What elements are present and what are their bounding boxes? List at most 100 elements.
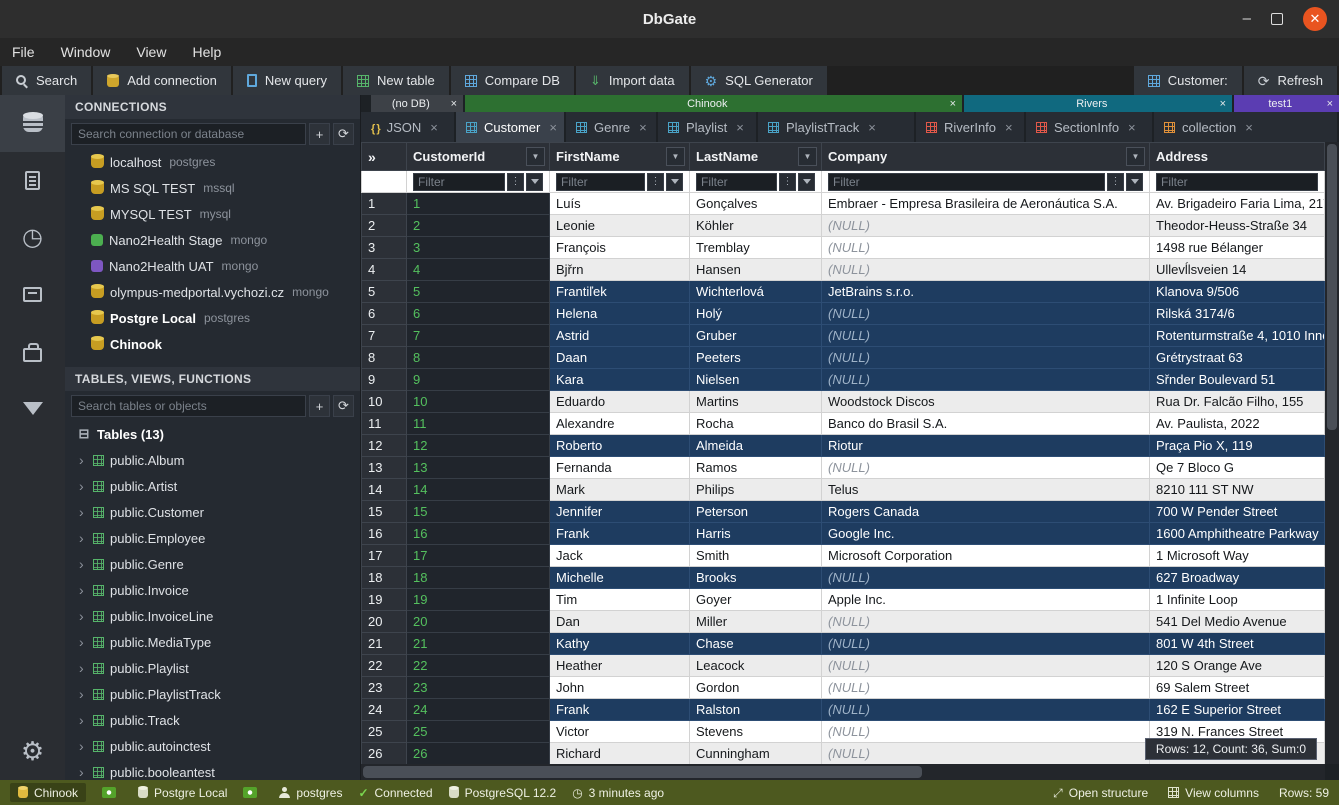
toolbar-button[interactable]: Refresh xyxy=(1244,66,1337,95)
cell-company[interactable]: Embraer - Empresa Brasileira de Aeronáut… xyxy=(822,193,1150,215)
cell-company[interactable]: (NULL) xyxy=(822,215,1150,237)
cell-lastname[interactable]: Chase xyxy=(690,633,822,655)
table-row[interactable]: 13 13 Fernanda Ramos (NULL) Qe 7 Bloco G xyxy=(362,457,1325,479)
table-row[interactable]: 24 24 Frank Ralston (NULL) 162 E Superio… xyxy=(362,699,1325,721)
cell-lastname[interactable]: Almeida xyxy=(690,435,822,457)
cell-address[interactable]: Klanova 9/506 xyxy=(1150,281,1325,303)
table-list-item[interactable]: › public.Invoice xyxy=(65,577,360,603)
filter-menu-icon[interactable]: ⋮ xyxy=(779,173,796,191)
tab-close-icon[interactable]: × xyxy=(736,120,744,135)
db-tab-rivers[interactable]: Rivers × xyxy=(964,95,1232,112)
chevron-right-icon[interactable]: › xyxy=(79,712,87,728)
connection-item[interactable]: ⊟ MYSQL TEST mysql xyxy=(65,201,360,227)
toolbar-button[interactable]: SQL Generator xyxy=(691,66,827,95)
tab-close-icon[interactable]: × xyxy=(430,120,438,135)
cell-company[interactable]: (NULL) xyxy=(822,369,1150,391)
cell-lastname[interactable]: Holý xyxy=(690,303,822,325)
cell-address[interactable]: 162 E Superior Street xyxy=(1150,699,1325,721)
cell-customerid[interactable]: 22 xyxy=(407,655,550,677)
table-list-item[interactable]: › public.Customer xyxy=(65,499,360,525)
toolbar-button[interactable]: New query xyxy=(233,66,341,95)
cell-address[interactable]: Av. Brigadeiro Faria Lima, 2170 xyxy=(1150,193,1325,215)
cell-customerid[interactable]: 9 xyxy=(407,369,550,391)
filter-menu-icon[interactable]: ⋮ xyxy=(1107,173,1124,191)
cell-customerid[interactable]: 5 xyxy=(407,281,550,303)
row-number[interactable]: 24 xyxy=(362,699,407,721)
table-row[interactable]: 12 12 Roberto Almeida Riotur Praça Pio X… xyxy=(362,435,1325,457)
cell-lastname[interactable]: Harris xyxy=(690,523,822,545)
cell-lastname[interactable]: Philips xyxy=(690,479,822,501)
cell-company[interactable]: Microsoft Corporation xyxy=(822,545,1150,567)
menu-item[interactable]: View xyxy=(136,44,166,60)
column-header-firstname[interactable]: FirstName▼ xyxy=(550,143,690,171)
cell-address[interactable]: 801 W 4th Street xyxy=(1150,633,1325,655)
cell-lastname[interactable]: Goyer xyxy=(690,589,822,611)
table-row[interactable]: 20 20 Dan Miller (NULL) 541 Del Medio Av… xyxy=(362,611,1325,633)
add-table-icon-button[interactable]: + xyxy=(309,395,330,417)
row-number[interactable]: 1 xyxy=(362,193,407,215)
file-tab[interactable]: RiverInfo × xyxy=(916,112,1026,142)
statusbar-item[interactable]: Chinook xyxy=(10,783,86,802)
table-row[interactable]: 8 8 Daan Peeters (NULL) Grétrystraat 63 xyxy=(362,347,1325,369)
funnel-icon[interactable] xyxy=(666,173,683,191)
cell-address[interactable]: Rotenturmstraße 4, 1010 Innere Stadt xyxy=(1150,325,1325,347)
table-row[interactable]: 2 2 Leonie Köhler (NULL) Theodor-Heuss-S… xyxy=(362,215,1325,237)
cell-company[interactable]: (NULL) xyxy=(822,721,1150,743)
cell-lastname[interactable]: Hansen xyxy=(690,259,822,281)
cell-firstname[interactable]: Leonie xyxy=(550,215,690,237)
cell-address[interactable]: 541 Del Medio Avenue xyxy=(1150,611,1325,633)
table-row[interactable]: 19 19 Tim Goyer Apple Inc. 1 Infinite Lo… xyxy=(362,589,1325,611)
tab-close-icon[interactable]: × xyxy=(549,120,557,135)
cell-lastname[interactable]: Ramos xyxy=(690,457,822,479)
activity-bar-item[interactable] xyxy=(0,152,65,209)
table-row[interactable]: 11 11 Alexandre Rocha Banco do Brasil S.… xyxy=(362,413,1325,435)
row-number[interactable]: 12 xyxy=(362,435,407,457)
cell-customerid[interactable]: 2 xyxy=(407,215,550,237)
row-number[interactable]: 10 xyxy=(362,391,407,413)
cell-address[interactable]: Praça Pio X, 119 xyxy=(1150,435,1325,457)
tab-close-icon[interactable]: × xyxy=(868,120,876,135)
cell-customerid[interactable]: 6 xyxy=(407,303,550,325)
cell-firstname[interactable]: Eduardo xyxy=(550,391,690,413)
grid-vertical-scrollbar[interactable] xyxy=(1325,142,1339,764)
file-tab[interactable]: collection × xyxy=(1154,112,1339,142)
cell-customerid[interactable]: 11 xyxy=(407,413,550,435)
connection-item[interactable]: ⊟ Nano2Health UAT mongo xyxy=(65,253,360,279)
toolbar-button[interactable]: New table xyxy=(343,66,449,95)
toolbar-button[interactable]: Import data xyxy=(576,66,689,95)
row-number[interactable]: 20 xyxy=(362,611,407,633)
statusbar-item[interactable]: Open structure xyxy=(1053,786,1148,800)
cell-lastname[interactable]: Gonçalves xyxy=(690,193,822,215)
row-number[interactable]: 13 xyxy=(362,457,407,479)
chevron-right-icon[interactable]: › xyxy=(79,738,87,754)
refresh-tables-button[interactable]: ⟳ xyxy=(333,395,354,417)
connection-item[interactable]: ⊟ Nano2Health Stage mongo xyxy=(65,227,360,253)
connection-item[interactable]: ⊟ Chinook xyxy=(65,331,360,357)
tab-close-icon[interactable]: × xyxy=(1005,120,1013,135)
settings-button[interactable] xyxy=(0,726,65,776)
cell-address[interactable]: Theodor-Heuss-Straße 34 xyxy=(1150,215,1325,237)
cell-firstname[interactable]: Michelle xyxy=(550,567,690,589)
table-list-item[interactable]: › public.Track xyxy=(65,707,360,733)
file-tab[interactable]: SectionInfo × xyxy=(1026,112,1154,142)
cell-customerid[interactable]: 20 xyxy=(407,611,550,633)
activity-bar-item[interactable] xyxy=(0,209,65,266)
statusbar-item[interactable]: View columns xyxy=(1168,786,1259,800)
row-number[interactable]: 16 xyxy=(362,523,407,545)
table-list-item[interactable]: › public.Employee xyxy=(65,525,360,551)
cell-lastname[interactable]: Cunningham xyxy=(690,743,822,765)
cell-lastname[interactable]: Tremblay xyxy=(690,237,822,259)
table-row[interactable]: 10 10 Eduardo Martins Woodstock Discos R… xyxy=(362,391,1325,413)
row-number[interactable]: 26 xyxy=(362,743,407,765)
cell-firstname[interactable]: Kara xyxy=(550,369,690,391)
cell-company[interactable]: (NULL) xyxy=(822,633,1150,655)
cell-company[interactable]: (NULL) xyxy=(822,237,1150,259)
cell-firstname[interactable]: Helena xyxy=(550,303,690,325)
cell-firstname[interactable]: Dan xyxy=(550,611,690,633)
statusbar-item[interactable] xyxy=(102,787,122,798)
table-row[interactable]: 21 21 Kathy Chase (NULL) 801 W 4th Stree… xyxy=(362,633,1325,655)
cell-address[interactable]: 700 W Pender Street xyxy=(1150,501,1325,523)
cell-company[interactable]: Apple Inc. xyxy=(822,589,1150,611)
cell-firstname[interactable]: Astrid xyxy=(550,325,690,347)
maximize-button[interactable] xyxy=(1271,13,1283,25)
